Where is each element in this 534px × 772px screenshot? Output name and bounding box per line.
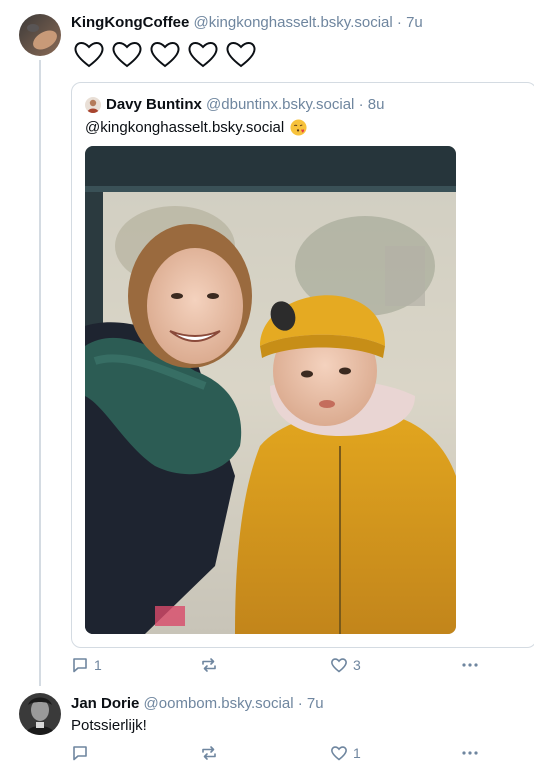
like-button[interactable]: 3 (330, 656, 361, 674)
repost-button[interactable] (200, 744, 223, 762)
post-header: KingKongCoffee @kingkonghasselt.bsky.soc… (71, 14, 423, 31)
ellipsis-icon (462, 751, 478, 755)
quote-avatar (85, 97, 101, 113)
author-name[interactable]: KingKongCoffee (71, 14, 189, 31)
separator: · (358, 96, 364, 113)
heart-row (73, 40, 257, 68)
more-options-button[interactable] (461, 656, 479, 674)
heart-outline-icon (150, 42, 180, 68)
separator: · (396, 14, 402, 31)
quote-header: Davy Buntinx @dbuntinx.bsky.social · 8u (106, 96, 384, 113)
heart-icon (331, 746, 347, 761)
avatar[interactable] (19, 14, 61, 56)
quote-timestamp: 8u (367, 96, 385, 113)
heart-outline-icon (74, 42, 104, 68)
photo-two-children[interactable] (85, 146, 456, 634)
post-actions: 1 (71, 744, 491, 764)
author-handle[interactable]: @kingkonghasselt.bsky.social (194, 14, 393, 31)
repost-icon (202, 658, 216, 672)
like-count: 1 (353, 745, 361, 761)
timestamp[interactable]: 7u (307, 695, 324, 712)
reply-button[interactable]: 1 (71, 656, 102, 674)
quoted-post[interactable]: Davy Buntinx @dbuntinx.bsky.social · 8u … (71, 82, 534, 648)
quote-author-name: Davy Buntinx (106, 96, 202, 113)
post-text: Potssierlijk! (71, 717, 147, 734)
heart-outline-icon (112, 42, 142, 68)
author-name[interactable]: Jan Dorie (71, 695, 139, 712)
repost-icon (202, 746, 216, 760)
mention-link[interactable]: @kingkonghasselt.bsky.social (85, 119, 284, 136)
reply-icon (73, 746, 87, 761)
quote-text: @kingkonghasselt.bsky.social (85, 119, 307, 136)
repost-button[interactable] (200, 656, 223, 674)
post-actions: 1 3 (71, 656, 491, 676)
reply-icon (73, 658, 87, 673)
heart-icon (331, 658, 347, 673)
separator: · (297, 695, 303, 712)
like-count: 3 (353, 657, 361, 673)
heart-outline-icon (188, 42, 218, 68)
thread-line (39, 60, 41, 686)
avatar[interactable] (19, 693, 61, 735)
face-blowing-kiss-emoji-icon (290, 119, 307, 136)
post-header: Jan Dorie @oombom.bsky.social · 7u (71, 695, 324, 712)
heart-outline-icon (226, 42, 256, 68)
reply-count: 1 (94, 657, 102, 673)
ellipsis-icon (462, 663, 478, 667)
like-button[interactable]: 1 (330, 744, 361, 762)
reply-button[interactable] (71, 744, 94, 762)
author-handle[interactable]: @oombom.bsky.social (144, 695, 294, 712)
more-options-button[interactable] (461, 744, 479, 762)
timestamp[interactable]: 7u (406, 14, 423, 31)
quote-author-handle: @dbuntinx.bsky.social (206, 96, 355, 113)
